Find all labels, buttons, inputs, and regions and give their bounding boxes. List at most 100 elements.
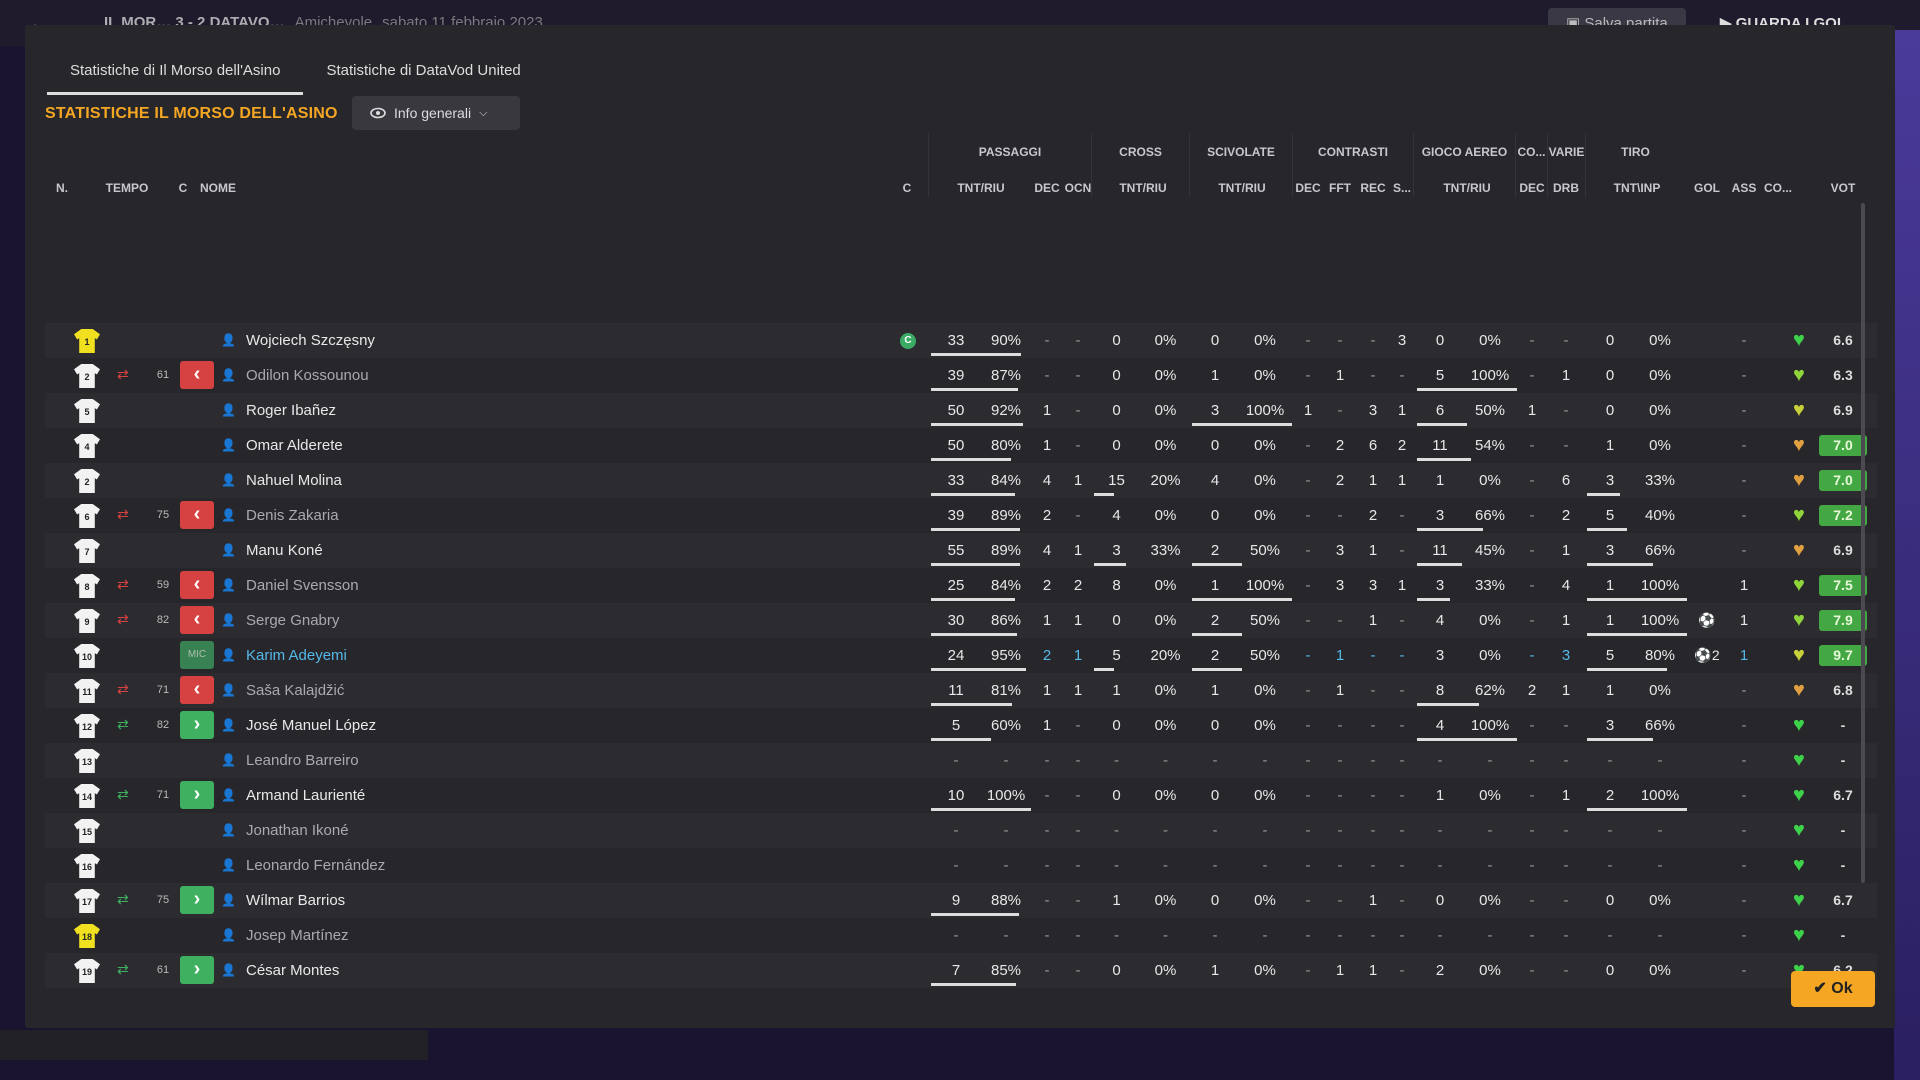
header-gol[interactable]: GOL [1691,181,1723,195]
person-icon: 👤 [221,988,236,991]
stat-ap: 0% [1479,472,1501,489]
stat-od: - [1529,437,1535,454]
tab-home-stats[interactable]: Statistiche di Il Morso dell'Asino [47,55,304,95]
stat-vd: - [1563,857,1569,874]
table-row[interactable]: 13 👤 Leandro Barreiro - - - - - - - - - - - - - - - - - - - ♥ - [45,743,1877,778]
view-dropdown[interactable]: Info generali ⌵ [352,96,520,130]
header-co2[interactable]: CO... [1761,181,1795,195]
player-name[interactable]: Roger Ibañez [246,393,336,428]
table-row[interactable]: 20👤Hirving Lozano-------------------♥- [45,988,1877,991]
header-aer-tnt[interactable]: TNT/RIU [1417,181,1517,195]
player-name[interactable]: Nahuel Molina [246,463,342,498]
stat-ass: - [1741,542,1747,559]
table-row[interactable]: 6 ⇄ 75 ‹ 👤 Denis Zakaria 39 89% 2-4 0% 0 0% - -2-3 66%… [45,498,1877,533]
table-row[interactable]: 14 ⇄ 71 › 👤 Armand Laurienté 10 100% - -0 0% 0 0% - - -… [45,778,1877,813]
table-row[interactable]: 19 ⇄ 61 › 👤 César Montes 7 85% - -0 0% 1 0% -1 1-2 0% - -… [45,953,1877,988]
stat-cs: - [1399,612,1405,629]
stat-ass: - [1741,332,1747,349]
header-number[interactable]: N. [49,181,75,195]
table-row[interactable]: 10 MIC 👤 Karim Adeyemi 24 95% 2 1 5 20% 2 50% -1- -3 0… [45,638,1877,673]
rating: 7.0 [1819,435,1867,456]
stat-vd: - [1548,988,1584,991]
player-name[interactable]: Josep Martínez [246,918,349,953]
player-name[interactable]: Jonathan Ikoné [246,813,349,848]
header-vot[interactable]: VOT [1819,181,1867,195]
stat-vd: - [1563,962,1569,979]
condition-heart-icon: ♥ [1793,714,1805,736]
header-nome[interactable]: NOME [200,181,250,195]
stat-cr: 6 [1368,437,1378,454]
player-name[interactable]: Armand Laurienté [246,778,365,813]
table-row[interactable]: 16 👤 Leonardo Fernández - - - - - - - - - - - - - - - - - - -… [45,848,1877,883]
stat-cf: - [1337,612,1343,629]
ok-button[interactable]: ✔ Ok [1791,971,1875,1007]
table-row[interactable]: 8 ⇄ 59 ‹ 👤 Daniel Svensson 25 84% 2 2 8 0% 1 100% -3 3 1… [45,568,1877,603]
header-pass-tnt[interactable]: TNT/RIU [931,181,1031,195]
player-name[interactable]: Manu Koné [246,533,323,568]
success-rate-bar [931,528,1020,531]
table-row[interactable]: 2 👤 Nahuel Molina 33 84% 4 1 15 20% 4 0% -2 1 1 1 0% -6 3… [45,463,1877,498]
table-row[interactable]: 1 👤 Wojciech Szczęsny C 33 90% - -0 0% 0 0% - - -3 0 0%… [45,323,1877,358]
condition-heart-icon: ♥ [1793,679,1805,701]
stat-po: 2 [1073,577,1083,594]
header-co-dec[interactable]: DEC [1517,181,1547,195]
player-name[interactable]: Saša Kalajdžić [246,673,344,708]
stat-ass: - [1741,437,1747,454]
header-con-rec[interactable]: REC [1357,181,1389,195]
table-row[interactable]: 7 👤 Manu Koné 55 89% 4 1 3 33% 2 50% -3 1-11 45% -1 3 66… [45,533,1877,568]
player-name[interactable]: Omar Alderete [246,428,343,463]
header-pass-dec[interactable]: DEC [1031,181,1063,195]
player-name[interactable]: Wojciech Szczęsny [246,323,375,358]
header-pass-ocn[interactable]: OCN [1063,181,1093,195]
header-con-dec[interactable]: DEC [1293,181,1323,195]
stat-ap: 0% [1479,647,1501,664]
player-name[interactable]: César Montes [246,953,339,988]
table-row[interactable]: 15 👤 Jonathan Ikoné - - - - - - - - - - - - - - - - - - - ♥ - [45,813,1877,848]
player-name[interactable]: Hirving Lozano [246,988,346,991]
player-name[interactable]: Serge Gnabry [246,603,339,638]
player-name[interactable]: José Manuel López [246,708,376,743]
player-name[interactable]: Odilon Kossounou [246,358,369,393]
chevron-right-icon: › [193,713,201,735]
table-row[interactable]: 5 👤 Roger Ibañez 50 92% 1-0 0% 3 100% 1-3 1 6 50% 1-0… [45,393,1877,428]
header-captain[interactable]: C [897,181,917,195]
stat-cp: - [1163,822,1168,839]
stat-ct: - [1094,988,1139,991]
rating: 6.9 [1833,542,1853,558]
header-cross-tnt[interactable]: TNT/RIU [1094,181,1192,195]
stat-pd: 1 [1042,402,1052,419]
player-name[interactable]: Leonardo Fernández [246,848,385,883]
header-c[interactable]: C [173,181,193,195]
stat-vd: 1 [1561,612,1571,629]
shirt-number-icon: 12 [74,714,100,738]
header-sciv-tnt[interactable]: TNT/RIU [1192,181,1292,195]
header-varie-drb[interactable]: DRB [1548,181,1584,195]
header-tempo[interactable]: TEMPO [97,181,157,195]
table-row[interactable]: 12 ⇄ 82 › 👤 José Manuel López 5 60% 1-0 0% 0 0% - - - -… [45,708,1877,743]
chevron-left-icon: ‹ [193,573,201,595]
chevron-left-icon: ‹ [193,503,201,525]
header-ass[interactable]: ASS [1729,181,1759,195]
table-row[interactable]: 17 ⇄ 75 › 👤 Wílmar Barrios 9 88% - -1 0% 0 0% - -1-0 0%… [45,883,1877,918]
header-tiro-tnt[interactable]: TNT\INP [1587,181,1687,195]
table-row[interactable]: 4 👤 Omar Alderete 50 80% 1-0 0% 0 0% -2 6 2 11 54% - -1… [45,428,1877,463]
player-name[interactable]: Denis Zakaria [246,498,339,533]
header-con-s[interactable]: S... [1389,181,1415,195]
header-con-fft[interactable]: FFT [1325,181,1355,195]
player-name[interactable]: Leandro Barreiro [246,743,359,778]
stat-po: - [1075,367,1081,384]
table-row[interactable]: 11 ⇄ 71 ‹ 👤 Saša Kalajdžić 11 81% 1 1 1 0% 1 0% -1- -8 6… [45,673,1877,708]
table-row[interactable]: 18 👤 Josep Martínez - - - - - - - - - - - - - - - - - - - ♥ - [45,918,1877,953]
stat-sp: - [1262,927,1268,944]
stat-tp: - [1633,988,1687,991]
scrollbar[interactable] [1861,203,1865,883]
player-name[interactable]: Karim Adeyemi [246,638,347,673]
subbed-on-tag: › [180,886,214,914]
table-row[interactable]: 9 ⇄ 82 ‹ 👤 Serge Gnabry 30 86% 1 1 0 0% 2 50% - -1-4 0% -… [45,603,1877,638]
player-name[interactable]: Daniel Svensson [246,568,359,603]
table-row[interactable]: 2 ⇄ 61 ‹ 👤 Odilon Kossounou 39 87% - -0 0% 1 0% -1- -5… [45,358,1877,393]
tab-away-stats[interactable]: Statistiche di DataVod United [303,55,543,95]
player-name[interactable]: Wílmar Barrios [246,883,345,918]
person-icon: 👤 [221,578,236,592]
stat-cr: - [1370,332,1376,349]
